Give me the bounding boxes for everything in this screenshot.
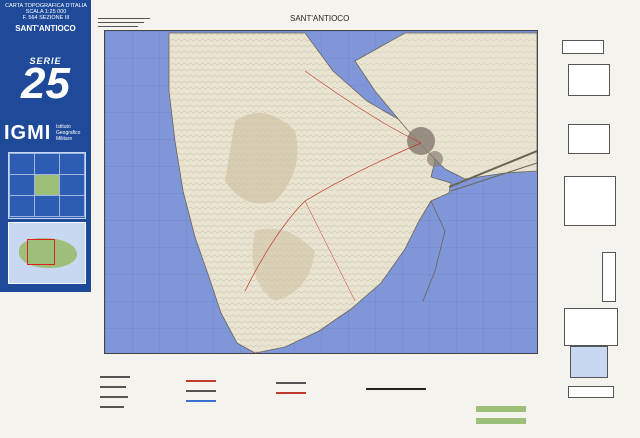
igmi-logo: IGMI (4, 122, 52, 144)
cover-title: CARTA TOPOGRAFICA D'ITALIA SCALA 1:25 00… (3, 3, 89, 21)
cover-sheet-name: SANT'ANTIOCO (15, 24, 76, 33)
igmi-full-name: Istituto Geografico Militare (56, 124, 80, 142)
location-minimap (8, 222, 86, 284)
elevation-scale (602, 252, 616, 302)
right-info-panel (548, 16, 636, 436)
sheet-footer-box (568, 386, 614, 398)
location-inset (570, 346, 608, 378)
cover-title-line-3: F. 564 SEZIONE III (22, 15, 70, 21)
map-title: SANT'ANTIOCO (290, 14, 350, 23)
minimap-sheet-marker (27, 239, 55, 265)
declination-box (568, 124, 610, 154)
abbreviations-table (564, 308, 618, 346)
sheet-index-box (568, 64, 610, 96)
town-sant-antioco (407, 127, 435, 155)
igmi-name-line-3: Militare (56, 136, 73, 142)
topographic-map (105, 31, 537, 353)
map-frame[interactable] (104, 30, 538, 354)
magnetic-diagram (564, 176, 616, 226)
cover-panel: CARTA TOPOGRAFICA D'ITALIA SCALA 1:25 00… (0, 0, 91, 292)
info-box (562, 40, 604, 54)
map-legend (96, 366, 544, 436)
map-header-info (98, 16, 150, 27)
serie-number: 25 (21, 59, 70, 108)
sheet-index-grid (8, 152, 86, 219)
